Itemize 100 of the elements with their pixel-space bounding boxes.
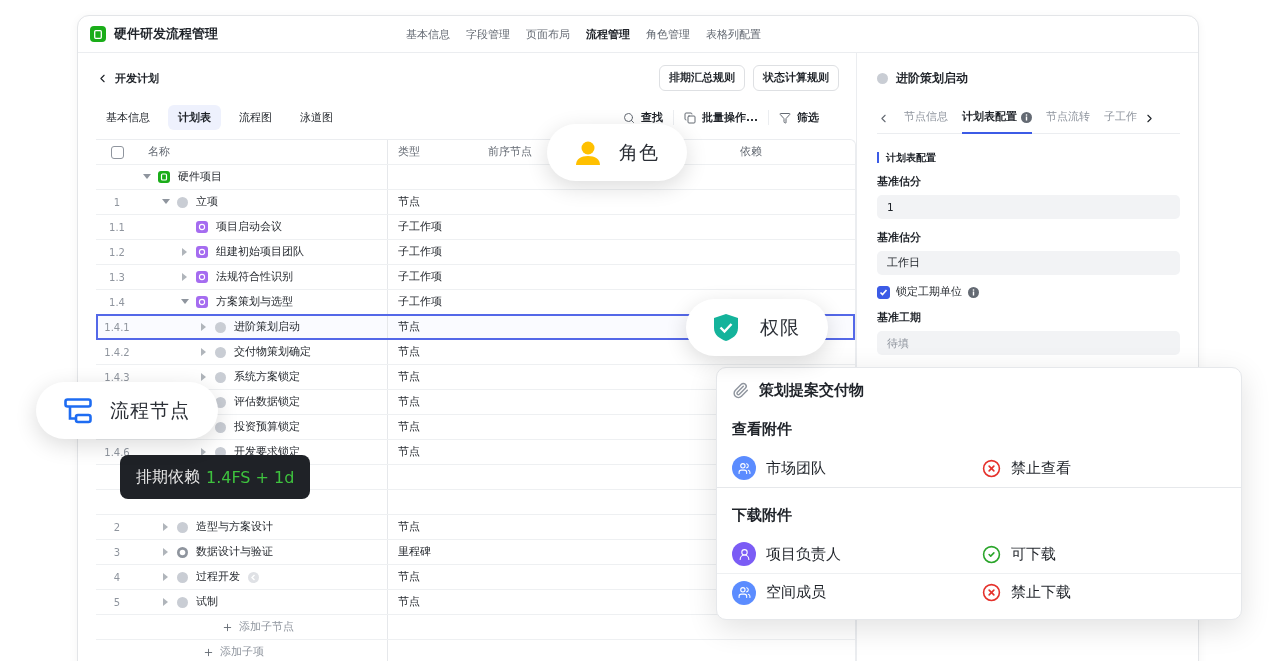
permission-status: 禁止查看 xyxy=(1011,458,1071,478)
column-header: 依赖 xyxy=(740,145,762,159)
feature-tooltip: 角色 xyxy=(547,124,687,181)
row-name: 投资预算锁定 xyxy=(234,420,300,434)
person-icon xyxy=(575,139,601,166)
caret-down-icon[interactable] xyxy=(143,174,151,180)
type-cell: 节点 xyxy=(398,420,420,434)
type-cell: 子工作项 xyxy=(398,245,442,259)
return-icon xyxy=(248,571,259,583)
caret-down-icon[interactable] xyxy=(162,199,170,205)
nav-tab[interactable]: 角色管理 xyxy=(646,26,690,42)
field-label: 基准估分 xyxy=(877,175,922,189)
type-cell: 节点 xyxy=(398,395,420,409)
task-icon xyxy=(196,296,208,308)
row-number: 4 xyxy=(112,571,122,583)
task-icon xyxy=(196,221,208,233)
type-cell: 节点 xyxy=(398,195,420,209)
type-cell: 节点 xyxy=(398,320,420,334)
caret-right-icon[interactable] xyxy=(201,448,207,456)
type-cell: 节点 xyxy=(398,370,420,384)
row-number: 1.3 xyxy=(108,271,126,283)
toolbar-button[interactable]: 筛选 xyxy=(768,110,829,125)
row-name: 数据设计与验证 xyxy=(196,545,273,559)
table-row[interactable]: 1.1 项目启动会议 子工作项 xyxy=(96,215,855,240)
type-cell: 节点 xyxy=(398,520,420,534)
field-label: 基准工期 xyxy=(877,311,922,325)
view-tab[interactable]: 泳道图 xyxy=(290,105,343,130)
caret-down-icon[interactable] xyxy=(181,299,189,305)
row-name: 评估数据锁定 xyxy=(234,395,300,409)
row-number: 1.4.1 xyxy=(103,321,131,333)
input-field[interactable]: 1 xyxy=(877,195,1180,219)
select-all-checkbox[interactable] xyxy=(111,145,124,159)
nav-tab[interactable]: 表格列配置 xyxy=(706,26,761,42)
rule-button[interactable]: 状态计算规则 xyxy=(753,65,839,91)
table-row[interactable]: 1.3 法规符合性识别 子工作项 xyxy=(96,265,855,290)
node-icon xyxy=(177,521,188,533)
section-heading: 查看附件 xyxy=(731,419,793,440)
node-icon xyxy=(215,421,226,433)
feature-tooltip: 流程节点 xyxy=(36,382,218,439)
input-field[interactable]: 待填 xyxy=(877,331,1180,355)
row-name: 造型与方案设计 xyxy=(196,520,273,534)
check-icon xyxy=(879,287,888,297)
rule-button[interactable]: 排期汇总规则 xyxy=(659,65,745,91)
type-cell: 子工作项 xyxy=(398,220,442,234)
toolbar-button[interactable]: 查找 xyxy=(613,110,674,125)
type-cell: 节点 xyxy=(398,445,420,459)
row-name: 硬件项目 xyxy=(178,170,222,184)
type-cell: 子工作项 xyxy=(398,295,442,309)
nav-tab[interactable]: 流程管理 xyxy=(586,26,630,42)
permission-status: 禁止下载 xyxy=(1011,583,1071,602)
permission-status: 可下载 xyxy=(1011,544,1056,564)
node-icon xyxy=(215,346,226,358)
table-row[interactable]: 1 立项 节点 xyxy=(96,190,855,215)
type-cell: 节点 xyxy=(398,595,420,609)
detail-title: 进阶策划启动 xyxy=(896,69,968,87)
row-name: 方案策划与选型 xyxy=(216,295,293,309)
flow-icon xyxy=(64,397,92,424)
back-link[interactable]: 开发计划 xyxy=(96,70,159,86)
node-icon xyxy=(877,72,888,84)
column-header: 前序节点 xyxy=(488,145,532,159)
detail-tab[interactable]: 计划表配置 xyxy=(962,102,1032,134)
view-tab[interactable]: 基本信息 xyxy=(96,105,160,130)
checkbox-label: 锁定工期单位 xyxy=(896,285,962,299)
row-number: 1.4.2 xyxy=(103,346,131,358)
nav-tab[interactable]: 字段管理 xyxy=(466,26,510,42)
node-icon xyxy=(215,371,226,383)
app-title: 硬件研发流程管理 xyxy=(114,25,218,43)
input-field[interactable]: 工作日 xyxy=(877,251,1180,275)
row-name: 试制 xyxy=(196,595,218,609)
row-name: 交付物策划确定 xyxy=(234,345,311,359)
node-icon xyxy=(177,596,188,608)
row-name: 进阶策划启动 xyxy=(234,320,300,334)
row-number: 1.2 xyxy=(108,246,126,258)
toolbar-button[interactable]: 批量操作... xyxy=(673,110,768,125)
feature-tooltip: 权限 xyxy=(686,299,828,356)
member-name: 项目负责人 xyxy=(766,544,841,564)
row-number: 1.4.3 xyxy=(103,371,131,383)
checkbox[interactable] xyxy=(877,285,890,299)
dependency-tooltip: 排期依赖 1.4FS + 1d xyxy=(120,455,311,499)
type-cell: 子工作项 xyxy=(398,270,442,284)
view-tab[interactable]: 计划表 xyxy=(168,105,221,130)
plus-icon xyxy=(203,646,214,658)
row-name: 过程开发 xyxy=(196,570,240,584)
row-number: 1.4 xyxy=(108,296,126,308)
row-name: 项目启动会议 xyxy=(216,220,282,234)
milestone-icon xyxy=(177,546,188,558)
task-icon xyxy=(196,246,208,258)
type-cell: 节点 xyxy=(398,570,420,584)
nav-tab[interactable]: 基本信息 xyxy=(406,26,450,42)
node-icon xyxy=(215,321,226,333)
app-logo-icon xyxy=(90,26,106,42)
nav-tab[interactable]: 页面布局 xyxy=(526,26,570,42)
view-tab[interactable]: 流程图 xyxy=(229,105,282,130)
shield-check-icon xyxy=(714,314,738,341)
filter-icon xyxy=(779,111,791,124)
plus-icon xyxy=(222,621,233,633)
project-icon xyxy=(158,171,170,183)
table-row[interactable]: 1.2 组建初始项目团队 子工作项 xyxy=(96,240,855,265)
row-number: 1.1 xyxy=(108,221,126,233)
type-cell: 节点 xyxy=(398,345,420,359)
